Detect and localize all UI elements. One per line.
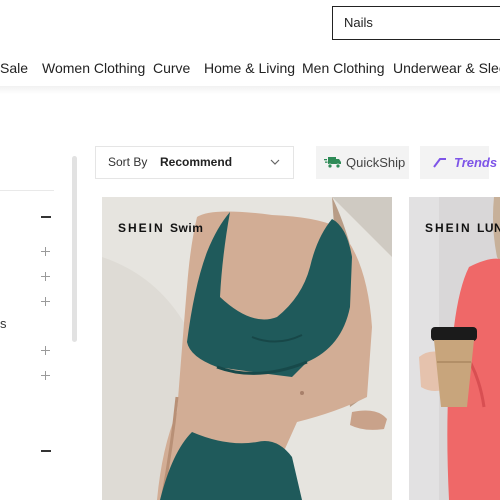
brand-sub-name: Swim <box>170 221 204 235</box>
nav-item-underwear-sleep[interactable]: Underwear & Sleep <box>393 52 500 86</box>
chevron-down-icon <box>270 159 280 165</box>
expand-plus-icon[interactable] <box>41 272 50 281</box>
category-nav: Sale Women Clothing Curve Home & Living … <box>0 52 500 88</box>
trends-logo-icon <box>433 158 446 168</box>
expand-plus-icon[interactable] <box>41 247 50 256</box>
collapse-minus-icon[interactable] <box>41 216 51 218</box>
expand-plus-icon[interactable] <box>41 371 50 380</box>
trends-label: Trends <box>454 155 498 170</box>
product-card[interactable]: SHEIN Swim <box>102 197 392 500</box>
trends-filter-button[interactable]: Trends <box>420 146 497 179</box>
filter-option-label: s <box>0 316 7 331</box>
truck-icon <box>324 157 341 169</box>
sort-value: Recommend <box>160 155 233 169</box>
sort-dropdown[interactable]: Sort By Recommend <box>95 146 294 179</box>
quickship-filter-button[interactable]: QuickShip <box>316 146 409 179</box>
filter-divider <box>0 190 54 191</box>
brand-label: SHEIN Swim <box>118 221 203 235</box>
nav-item-sale[interactable]: Sale <box>0 52 28 86</box>
search-input[interactable]: Nails <box>332 6 500 40</box>
brand-label: SHEIN LUN <box>425 221 500 235</box>
expand-plus-icon[interactable] <box>41 346 50 355</box>
product-image <box>102 197 392 500</box>
expand-plus-icon[interactable] <box>41 297 50 306</box>
brand-name: SHEIN <box>425 221 472 235</box>
product-card[interactable]: SHEIN LUN <box>409 197 500 500</box>
product-image <box>409 197 500 500</box>
filter-scrollbar[interactable] <box>72 156 77 342</box>
quickship-label: QuickShip <box>346 155 406 170</box>
nav-item-curve[interactable]: Curve <box>153 52 190 86</box>
brand-sub-name: LUN <box>477 221 500 235</box>
nav-item-home-living[interactable]: Home & Living <box>204 52 295 86</box>
nav-divider <box>0 86 500 94</box>
brand-name: SHEIN <box>118 221 165 235</box>
nav-item-women-clothing[interactable]: Women Clothing <box>33 52 155 88</box>
nav-item-men-clothing[interactable]: Men Clothing <box>302 52 385 86</box>
sort-label: Sort By <box>108 155 148 169</box>
collapse-minus-icon[interactable] <box>41 450 51 452</box>
